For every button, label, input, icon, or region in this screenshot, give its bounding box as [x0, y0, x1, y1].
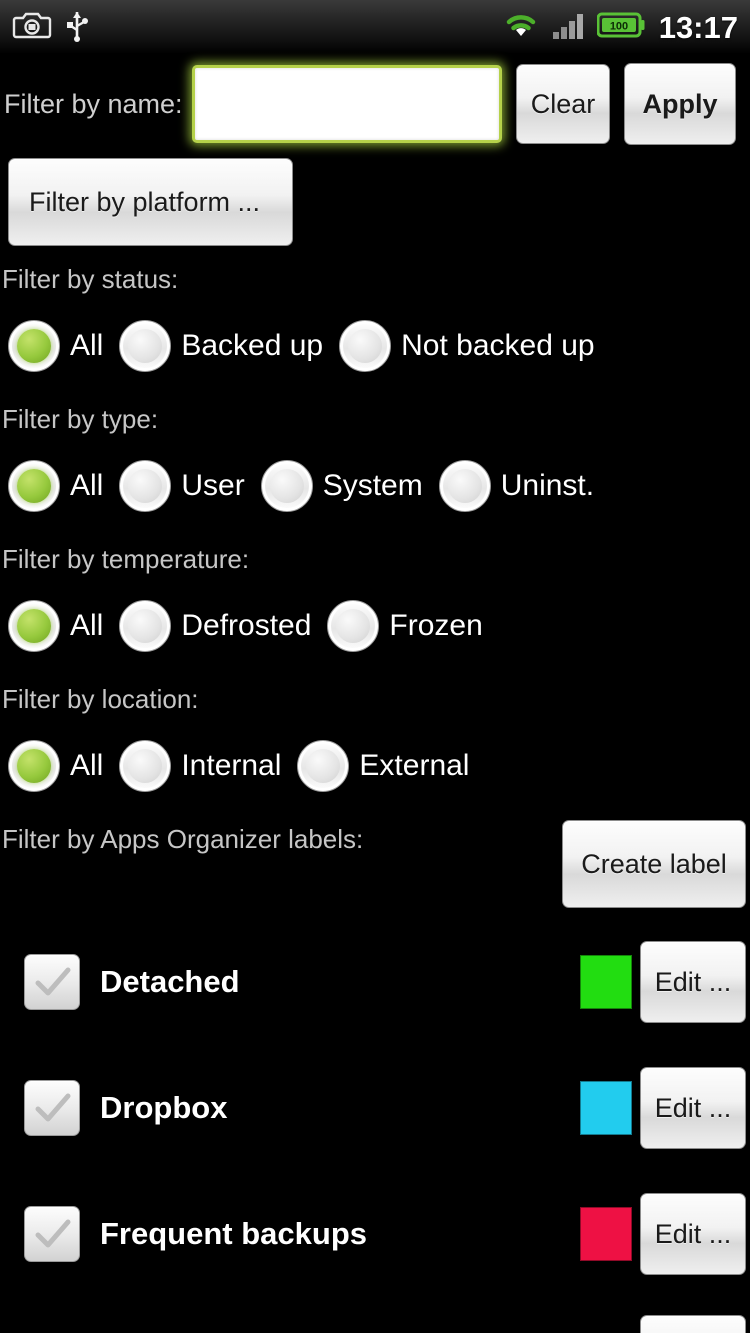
radio-label: All: [70, 749, 104, 782]
radio-label: All: [70, 329, 104, 362]
label-color-swatch: [580, 955, 632, 1009]
radio-icon: [339, 320, 392, 372]
search-input[interactable]: [192, 65, 502, 143]
radio-temperature-frozen[interactable]: Frozen: [327, 600, 494, 652]
radio-type-system[interactable]: System: [260, 460, 435, 512]
radio-label: Internal: [181, 749, 282, 782]
label-name: Frequent backups: [100, 1216, 367, 1251]
label-color-swatch: [580, 1207, 632, 1261]
status-bar-right-icons: 100 13:17: [501, 9, 738, 46]
radio-icon: [119, 600, 172, 652]
status-bar: 100 13:17: [0, 0, 750, 54]
radio-status-not-backed-up[interactable]: Not backed up: [339, 320, 606, 372]
radio-label: External: [359, 749, 470, 782]
filter-status-group: All Backed up Not backed up: [8, 320, 611, 372]
label-name: Dropbox: [100, 1090, 228, 1125]
radio-label: Frozen: [389, 609, 483, 642]
radio-icon: [119, 460, 172, 512]
radio-label: System: [322, 469, 423, 502]
radio-label: Defrosted: [181, 609, 312, 642]
radio-location-internal[interactable]: Internal: [119, 740, 293, 792]
radio-label: All: [70, 469, 104, 502]
create-label-button[interactable]: Create label: [562, 820, 746, 908]
filter-location-group: All Internal External: [8, 740, 485, 792]
usb-icon: [64, 8, 90, 47]
filter-temperature-group: All Defrosted Frozen: [8, 600, 499, 652]
filter-location-label: Filter by location:: [2, 684, 199, 714]
label-row: Dropbox Edit ...: [0, 1067, 750, 1149]
svg-text:100: 100: [610, 20, 628, 32]
radio-label: User: [181, 469, 245, 502]
labels-section-label: Filter by Apps Organizer labels:: [2, 824, 364, 854]
radio-icon: [297, 740, 350, 792]
battery-icon: 100: [596, 11, 645, 44]
radio-icon: [119, 320, 172, 372]
label-checkbox[interactable]: [24, 1206, 80, 1262]
radio-status-all[interactable]: All: [8, 320, 115, 372]
radio-label: All: [70, 609, 104, 642]
radio-temperature-all[interactable]: All: [8, 600, 115, 652]
radio-type-user[interactable]: User: [119, 460, 256, 512]
radio-icon: [327, 600, 380, 652]
radio-icon: [8, 600, 60, 652]
radio-icon: [119, 740, 172, 792]
filter-by-platform-button[interactable]: Filter by platform ...: [8, 158, 293, 246]
radio-icon: [438, 460, 491, 512]
radio-icon: [8, 740, 60, 792]
edit-label-button-partial[interactable]: Edit ...: [640, 1315, 746, 1333]
radio-type-all[interactable]: All: [8, 460, 115, 512]
radio-icon: [260, 460, 313, 512]
radio-label: Uninst.: [500, 469, 595, 502]
clear-button[interactable]: Clear: [516, 64, 610, 144]
label-row: Detached Edit ...: [0, 941, 750, 1023]
radio-icon: [8, 320, 60, 372]
label-color-swatch: [580, 1081, 632, 1135]
radio-label: Backed up: [181, 329, 324, 362]
filter-type-group: All User System Uninst.: [8, 460, 610, 512]
wifi-icon: [501, 9, 541, 46]
label-name: Detached: [100, 964, 240, 999]
filter-temperature-label: Filter by temperature:: [2, 544, 250, 574]
label-checkbox[interactable]: [24, 954, 80, 1010]
app-screen: 100 13:17 Filter by name: Clear Apply Fi…: [0, 0, 750, 1333]
edit-label-button[interactable]: Edit ...: [640, 1067, 746, 1149]
name-filter-label: Filter by name:: [4, 88, 183, 119]
radio-location-external[interactable]: External: [297, 740, 481, 792]
radio-icon: [8, 460, 60, 512]
edit-label-button[interactable]: Edit ...: [640, 941, 746, 1023]
filter-type-label: Filter by type:: [2, 404, 159, 434]
label-checkbox[interactable]: [24, 1080, 80, 1136]
signal-icon: [551, 10, 587, 45]
status-bar-left-icons: [12, 8, 90, 47]
label-row: Frequent backups Edit ...: [0, 1193, 750, 1275]
radio-type-uninst[interactable]: Uninst.: [438, 460, 606, 512]
radio-temperature-defrosted[interactable]: Defrosted: [119, 600, 323, 652]
radio-status-backed-up[interactable]: Backed up: [119, 320, 335, 372]
status-bar-clock: 13:17: [658, 9, 738, 45]
apply-button[interactable]: Apply: [624, 63, 736, 145]
radio-location-all[interactable]: All: [8, 740, 115, 792]
radio-label: Not backed up: [401, 329, 595, 362]
filter-status-label: Filter by status:: [2, 264, 179, 294]
name-filter-row: Filter by name: Clear Apply: [0, 56, 750, 152]
edit-label-button[interactable]: Edit ...: [640, 1193, 746, 1275]
camera-icon: [12, 10, 52, 45]
